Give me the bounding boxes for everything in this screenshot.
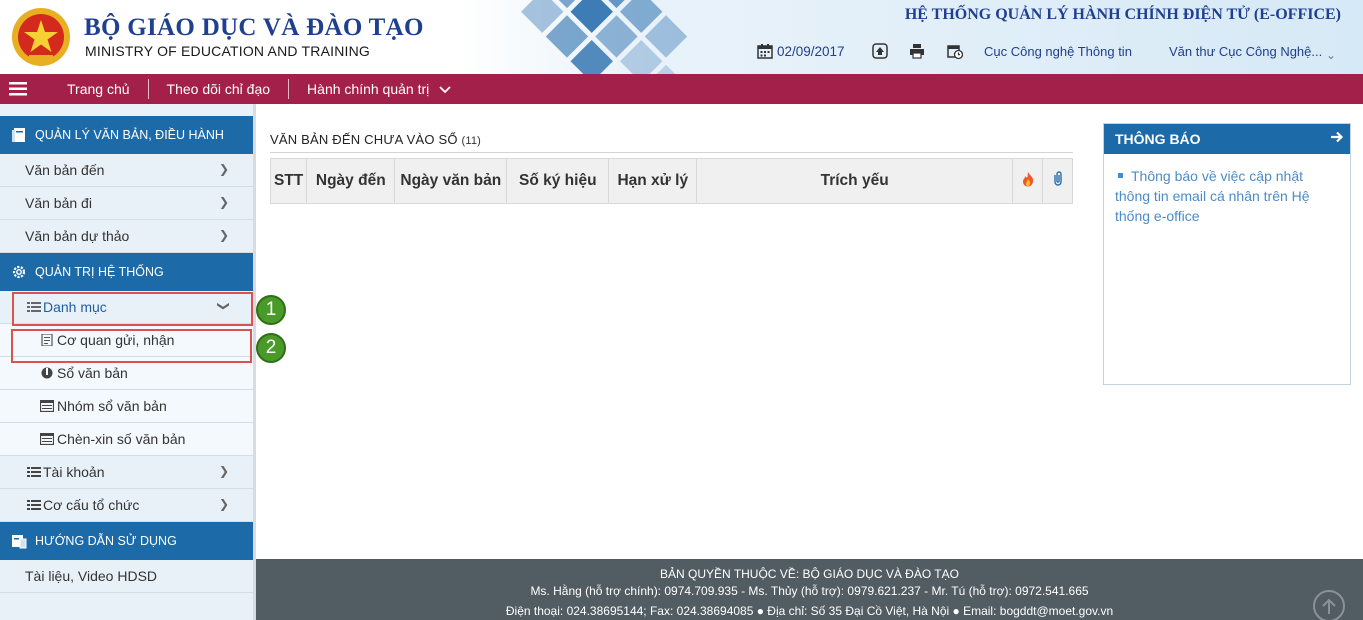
paperclip-icon [1053, 170, 1062, 186]
chevron-down-icon [439, 86, 451, 94]
chevron-down-icon[interactable]: ⌄ [1326, 48, 1336, 62]
sidebar-item-accounts[interactable]: Tài khoản ❯ [0, 456, 253, 489]
notice-list: Thông báo về việc cập nhật thông tin ema… [1104, 154, 1350, 226]
notice-title: THÔNG BÁO [1115, 131, 1201, 147]
section-title: QUẢN TRỊ HỆ THỐNG [35, 265, 164, 279]
sidebar-item-label: Văn bản đến [25, 162, 105, 178]
title-divider [270, 152, 1073, 153]
upload-icon [872, 43, 888, 59]
sidebar-item-docs-video[interactable]: Tài liệu, Video HDSD [0, 560, 253, 593]
sidebar-item-incoming[interactable]: Văn bản đến ❯ [0, 154, 253, 187]
top-nav: Trang chủ Theo dõi chỉ đạo Hành chính qu… [0, 74, 1363, 104]
date-display: 02/09/2017 [757, 40, 845, 62]
footer-support: Ms. Hằng (hỗ trợ chính): 0974.709.935 - … [530, 584, 1089, 598]
print-button[interactable] [909, 40, 925, 62]
sidebar-subitem-label: Sổ văn bản [57, 365, 128, 381]
section-title: QUẢN LÝ VĂN BẢN, ĐIỀU HÀNH [35, 128, 224, 142]
org-name-en: MINISTRY OF EDUCATION AND TRAINING [85, 43, 371, 59]
sidebar-item-label: Văn bản đi [25, 195, 92, 211]
rebel-icon [41, 367, 53, 379]
sidebar-subitem-register-groups[interactable]: Nhóm sổ văn bản [0, 390, 253, 423]
list-icon [27, 467, 41, 477]
col-header-attachment[interactable] [1042, 158, 1073, 204]
unit-text: Cục Công nghệ Thông tin [984, 43, 1132, 59]
section-document-management[interactable]: QUẢN LÝ VĂN BẢN, ĐIỀU HÀNH [0, 116, 253, 154]
calendar-icon [757, 44, 773, 59]
table-icon [40, 433, 54, 445]
schedule-button[interactable] [947, 40, 963, 62]
notice-header[interactable]: THÔNG BÁO [1104, 124, 1350, 154]
gear-icon [10, 263, 28, 281]
table-icon [40, 400, 54, 412]
sidebar-item-label: Văn bản dự thảo [25, 228, 130, 244]
bullet-icon [1118, 173, 1123, 179]
hamburger-menu-button[interactable] [3, 74, 33, 104]
arrow-right-icon[interactable] [1330, 130, 1344, 144]
chevron-right-icon: ❯ [218, 497, 229, 511]
footer-contact: Điện thoại: 024.38695144; Fax: 024.38694… [505, 604, 1114, 618]
section-system-admin[interactable]: QUẢN TRỊ HỆ THỐNG [0, 253, 253, 291]
arrow-up-icon [1322, 598, 1336, 614]
chevron-right-icon: ❯ [218, 228, 229, 242]
book-icon [10, 126, 28, 144]
notice-item-text[interactable]: Thông báo về việc cập nhật thông tin ema… [1115, 168, 1310, 224]
user-menu[interactable]: Văn thư Cục Công Nghệ... [1169, 40, 1322, 62]
header-tiles-graphic [521, 0, 688, 74]
table-header-row: STT Ngày đến Ngày văn bản Số ký hiệu Hạn… [269, 158, 1073, 204]
col-header-summary[interactable]: Trích yếu [696, 158, 1013, 204]
scroll-to-top-button[interactable] [1313, 590, 1345, 620]
notice-item[interactable]: Thông báo về việc cập nhật thông tin ema… [1115, 166, 1338, 226]
sidebar-subitem-insert-number[interactable]: Chèn-xin số văn bản [0, 423, 253, 456]
org-name-vn: BỘ GIÁO DỤC VÀ ĐÀO TẠO [84, 14, 424, 41]
date-text: 02/09/2017 [777, 43, 845, 59]
documents-table: STT Ngày đến Ngày văn bản Số ký hiệu Hạn… [269, 158, 1073, 204]
chevron-right-icon: ❯ [218, 195, 229, 209]
col-header-stt[interactable]: STT [269, 158, 308, 204]
app-header: BỘ GIÁO DỤC VÀ ĐÀO TẠO MINISTRY OF EDUCA… [0, 0, 1363, 74]
step-badge-2: 2 [256, 333, 286, 363]
chevron-right-icon: ❯ [218, 464, 229, 478]
sidebar-item-cut-off[interactable] [0, 593, 253, 620]
printer-icon [910, 44, 924, 59]
page-title-count: (11) [461, 135, 481, 147]
ministry-emblem-logo [12, 8, 70, 66]
footer-copyright: BẢN QUYỀN THUỘC VỀ: BỘ GIÁO DỤC VÀ ĐÀO T… [660, 567, 959, 581]
guide-icon [10, 532, 28, 550]
nav-admin-label: Hành chính quản trị [307, 81, 430, 97]
step-badge-1: 1 [256, 295, 286, 325]
menu-icon [9, 82, 27, 96]
sidebar-item-label: Cơ cấu tổ chức [43, 497, 140, 513]
col-header-urgent[interactable] [1012, 158, 1043, 204]
nav-tracking[interactable]: Theo dõi chỉ đạo [149, 79, 289, 99]
fire-icon [1022, 171, 1033, 186]
nav-admin[interactable]: Hành chính quản trị [289, 79, 469, 99]
user-name: Văn thư Cục Công Nghệ... [1169, 43, 1323, 59]
footer: BẢN QUYỀN THUỘC VỀ: BỘ GIÁO DỤC VÀ ĐÀO T… [256, 559, 1363, 620]
highlight-box-2 [11, 329, 252, 363]
section-title: HƯỚNG DẪN SỬ DỤNG [35, 534, 177, 548]
sidebar-item-label: Tài liệu, Video HDSD [25, 568, 158, 584]
page-title-text: VĂN BẢN ĐẾN CHƯA VÀO SỔ [270, 132, 458, 147]
calendar-clock-icon [947, 45, 963, 59]
chevron-right-icon: ❯ [218, 162, 229, 176]
highlight-box-1 [12, 292, 253, 326]
page-title: VĂN BẢN ĐẾN CHƯA VÀO SỔ (11) [270, 132, 481, 147]
upload-button[interactable] [872, 40, 888, 62]
sidebar-item-org-structure[interactable]: Cơ cấu tổ chức ❯ [0, 489, 253, 522]
col-header-document-date[interactable]: Ngày văn bản [394, 158, 508, 204]
sidebar-subitem-label: Chèn-xin số văn bản [57, 431, 186, 447]
sidebar-item-outgoing[interactable]: Văn bản đi ❯ [0, 187, 253, 220]
sidebar-subitem-label: Nhóm sổ văn bản [57, 398, 167, 414]
section-user-guide[interactable]: HƯỚNG DẪN SỬ DỤNG [0, 522, 253, 560]
nav-home[interactable]: Trang chủ [49, 79, 148, 99]
list-icon [27, 500, 41, 510]
unit-selector[interactable]: Cục Công nghệ Thông tin [984, 40, 1132, 62]
notice-panel: THÔNG BÁO Thông báo về việc cập nhật thô… [1103, 123, 1351, 385]
col-header-deadline[interactable]: Hạn xử lý [608, 158, 698, 204]
col-header-code[interactable]: Số ký hiệu [506, 158, 610, 204]
system-title: HỆ THỐNG QUẢN LÝ HÀNH CHÍNH ĐIỆN TỬ (E-O… [904, 6, 1341, 23]
sidebar-item-drafts[interactable]: Văn bản dự thảo ❯ [0, 220, 253, 253]
sidebar-item-label: Tài khoản [43, 464, 105, 480]
col-header-received-date[interactable]: Ngày đến [306, 158, 396, 204]
